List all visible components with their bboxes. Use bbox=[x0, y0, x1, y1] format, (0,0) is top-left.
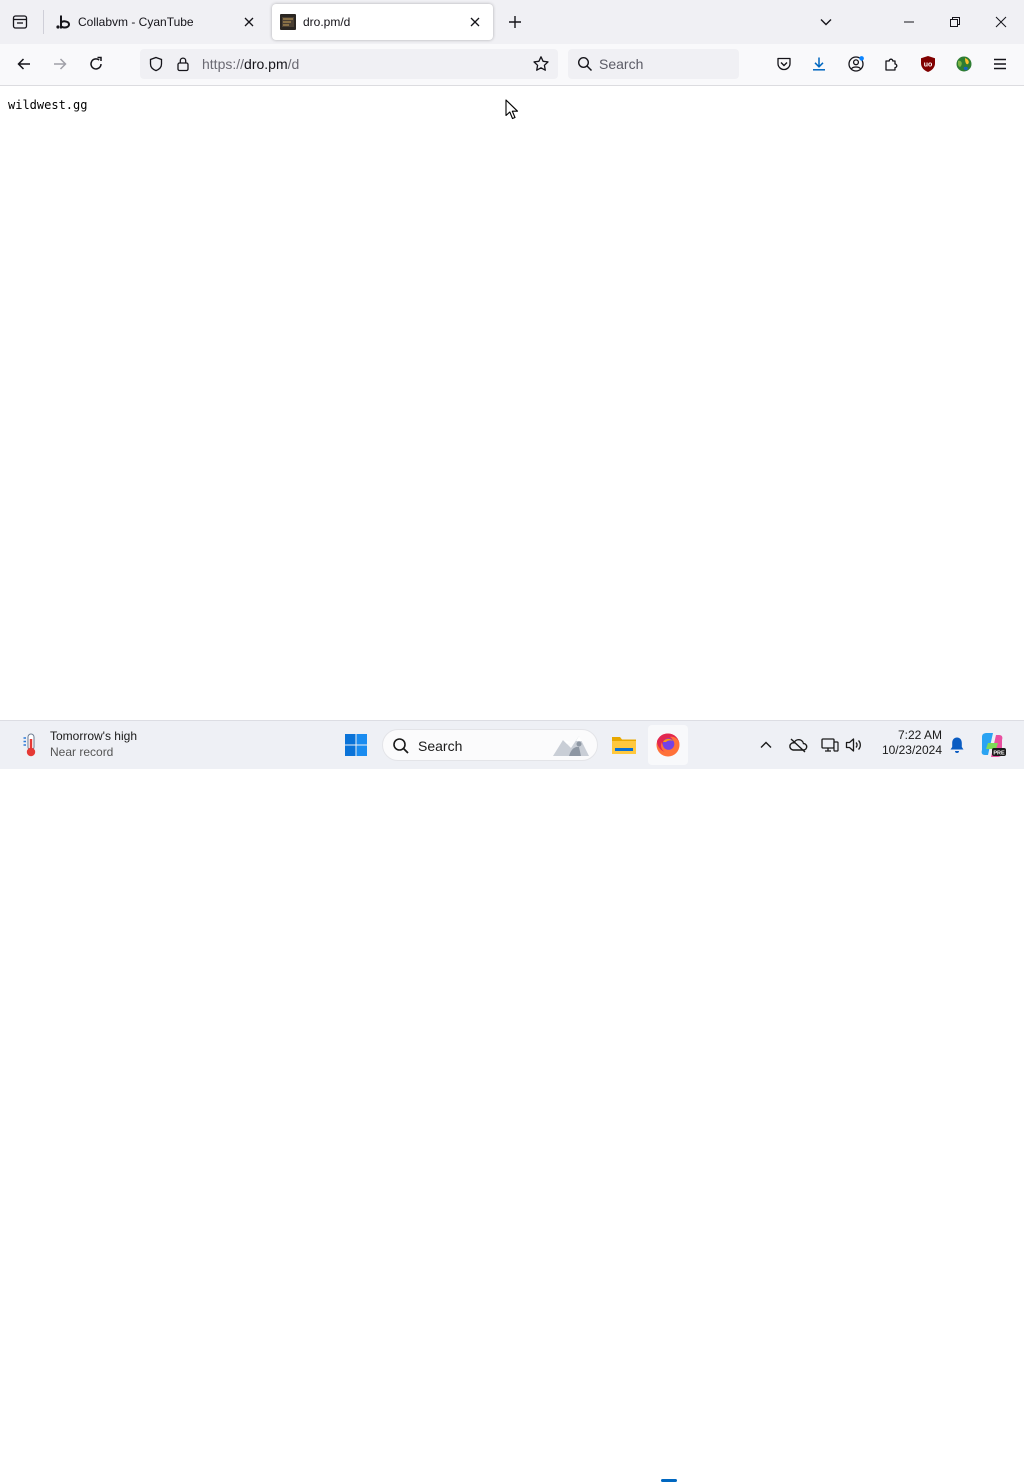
close-window-button[interactable] bbox=[978, 0, 1024, 44]
taskbar: Tomorrow's high Near record Search 7:22 … bbox=[0, 720, 1024, 1482]
taskbar-search-placeholder: Search bbox=[418, 738, 463, 754]
back-button[interactable] bbox=[10, 50, 38, 78]
extensions-button[interactable] bbox=[879, 51, 905, 77]
search-bar[interactable]: Search bbox=[568, 49, 739, 79]
ublock-shield-icon: uo bbox=[921, 56, 935, 72]
puzzle-piece-icon bbox=[885, 58, 898, 71]
extension-globe-button[interactable] bbox=[951, 51, 977, 77]
bookmark-star-icon[interactable] bbox=[530, 54, 552, 74]
address-bar[interactable]: https://dro.pm/d bbox=[140, 49, 558, 79]
windows-logo-icon bbox=[345, 734, 367, 756]
new-tab-button[interactable] bbox=[501, 8, 529, 36]
weather-title: Tomorrow's high bbox=[50, 729, 137, 743]
chevron-up-icon bbox=[760, 741, 772, 748]
search-highlight-illustration-icon bbox=[553, 736, 589, 756]
onedrive-tray-button[interactable] bbox=[787, 734, 809, 756]
firefox-logo-icon bbox=[656, 733, 680, 757]
forward-button[interactable] bbox=[46, 50, 74, 78]
file-explorer-button[interactable] bbox=[604, 725, 644, 765]
notifications-button[interactable] bbox=[946, 734, 968, 756]
forward-arrow-icon bbox=[54, 58, 67, 70]
app-menu-button[interactable] bbox=[987, 51, 1013, 77]
clock-time: 7:22 AM bbox=[897, 728, 942, 742]
download-arrow-icon bbox=[813, 57, 825, 71]
firefox-view-button[interactable] bbox=[6, 8, 34, 36]
account-avatar-icon bbox=[848, 56, 864, 72]
url-scheme: https:// bbox=[202, 56, 245, 72]
plus-icon bbox=[509, 16, 521, 28]
close-tab-icon[interactable] bbox=[465, 12, 485, 32]
svg-text:PRE: PRE bbox=[993, 750, 1005, 756]
show-hidden-icons-button[interactable] bbox=[755, 734, 777, 756]
back-arrow-icon bbox=[17, 58, 30, 70]
tab-title: dro.pm/d bbox=[303, 15, 351, 29]
minimize-window-button[interactable] bbox=[886, 0, 932, 44]
list-all-tabs-button[interactable] bbox=[812, 8, 840, 36]
thermometer-icon bbox=[23, 733, 36, 757]
account-button[interactable] bbox=[843, 51, 869, 77]
page-content: wildwest.gg bbox=[0, 86, 1024, 720]
globe-extension-icon bbox=[956, 56, 972, 72]
volume-tray-button[interactable] bbox=[843, 734, 865, 756]
restore-window-button[interactable] bbox=[932, 0, 978, 44]
network-monitor-icon bbox=[821, 738, 839, 752]
url-path: /d bbox=[287, 56, 300, 72]
clock-date: 10/23/2024 bbox=[881, 743, 942, 757]
tab-dro-pm[interactable]: dro.pm/d bbox=[272, 4, 493, 40]
weather-subtitle: Near record bbox=[50, 745, 114, 759]
pocket-icon bbox=[777, 57, 791, 71]
svg-text:uo: uo bbox=[924, 62, 933, 69]
weather-widget[interactable]: Tomorrow's high Near record bbox=[16, 727, 166, 763]
tab-separator bbox=[43, 10, 44, 34]
reload-icon bbox=[90, 56, 102, 70]
ublock-origin-button[interactable]: uo bbox=[915, 51, 941, 77]
navigation-toolbar: https://dro.pm/d Search uo bbox=[0, 44, 1024, 86]
page-body-text: wildwest.gg bbox=[8, 98, 88, 112]
cloud-offline-icon bbox=[789, 738, 808, 753]
network-tray-button[interactable] bbox=[819, 734, 841, 756]
firefox-view-icon bbox=[12, 15, 28, 29]
system-clock[interactable]: 7:22 AM 10/23/2024 bbox=[872, 728, 942, 758]
tracking-protection-shield-icon[interactable] bbox=[148, 56, 164, 72]
url-host: dro.pm bbox=[244, 56, 288, 72]
restore-icon bbox=[950, 17, 960, 27]
folder-icon bbox=[612, 737, 636, 754]
copilot-icon[interactable]: PRE bbox=[978, 731, 1006, 759]
downloads-button[interactable] bbox=[806, 51, 832, 77]
tab-strip: Collabvm - CyanTube dro.pm/d bbox=[0, 0, 1024, 44]
reload-button[interactable] bbox=[82, 50, 110, 78]
close-icon bbox=[995, 16, 1007, 28]
lock-icon[interactable] bbox=[175, 56, 191, 72]
chevron-down-icon bbox=[820, 19, 832, 26]
tab-title: Collabvm - CyanTube bbox=[78, 15, 194, 29]
minimize-icon bbox=[904, 21, 914, 23]
bell-icon bbox=[950, 737, 964, 753]
search-icon bbox=[577, 56, 593, 72]
search-icon bbox=[393, 738, 409, 754]
close-tab-icon[interactable] bbox=[239, 12, 259, 32]
speaker-volume-icon bbox=[845, 738, 861, 752]
url-text[interactable]: https://dro.pm/d bbox=[202, 56, 299, 72]
taskbar-search-box[interactable]: Search bbox=[382, 729, 598, 761]
start-button[interactable] bbox=[336, 725, 376, 765]
search-placeholder: Search bbox=[599, 56, 644, 72]
tab-collabvm-cyantube[interactable]: Collabvm - CyanTube bbox=[47, 4, 267, 40]
pocket-button[interactable] bbox=[771, 51, 797, 77]
hamburger-menu-icon bbox=[994, 58, 1006, 70]
site-favicon-icon bbox=[280, 14, 296, 30]
cyantube-logo-icon bbox=[55, 14, 71, 30]
mouse-pointer-icon bbox=[505, 99, 519, 120]
firefox-taskbar-button[interactable] bbox=[648, 725, 688, 765]
